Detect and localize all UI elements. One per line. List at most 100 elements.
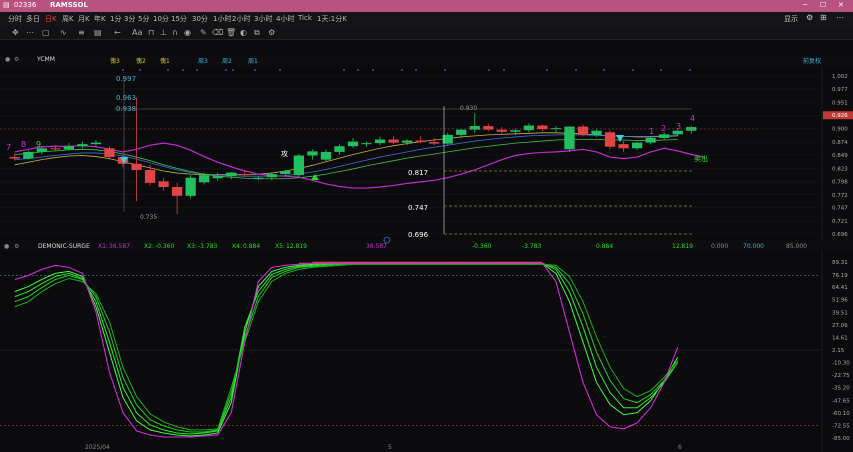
visibility-icon[interactable]: ◐	[240, 28, 247, 37]
candle-body[interactable]	[672, 130, 683, 135]
maximize-icon[interactable]: ☐	[820, 1, 826, 9]
channel-tool-icon[interactable]: ▤	[94, 28, 102, 37]
candle-body[interactable]	[23, 151, 34, 159]
kline-chart[interactable]: 0.997 0.963 0.938 0.930 0.817 0.747 0.69…	[0, 66, 853, 452]
candle-body[interactable]	[374, 139, 386, 144]
candle-body[interactable]	[171, 187, 183, 196]
candle-body[interactable]	[90, 142, 102, 145]
settings-small-icon[interactable]: ⚙	[14, 56, 19, 63]
candle-body[interactable]	[361, 143, 372, 145]
period-tab[interactable]: 1分	[110, 14, 121, 24]
period-tab[interactable]: 多日	[26, 14, 40, 24]
eraser-icon[interactable]: ⌫	[212, 28, 223, 37]
candle-body[interactable]	[104, 148, 115, 158]
candle-body[interactable]	[686, 127, 697, 131]
period-tab[interactable]: 10分	[153, 14, 169, 24]
period-tab[interactable]: 年K	[94, 14, 106, 24]
candle-body[interactable]	[537, 125, 548, 130]
candle-body[interactable]	[659, 134, 670, 138]
magnet-icon[interactable]: ⊓	[148, 28, 154, 37]
candle-body[interactable]	[280, 171, 291, 175]
period-tab[interactable]: 3分	[124, 14, 135, 24]
candle-body[interactable]	[631, 142, 643, 149]
candle-body[interactable]	[199, 175, 210, 183]
candle-body[interactable]	[401, 140, 413, 143]
candle-body[interactable]	[226, 172, 237, 177]
candle-body[interactable]	[510, 130, 521, 132]
candle-body[interactable]	[591, 130, 602, 135]
candle-body[interactable]	[415, 140, 426, 143]
fuquan-button[interactable]: 前复权	[803, 56, 821, 65]
period-tab[interactable]: 3小时	[254, 14, 272, 24]
period-tab[interactable]: 2小时	[232, 14, 250, 24]
minimize-icon[interactable]: ─	[803, 1, 807, 9]
candle-body[interactable]	[320, 151, 332, 160]
period-tab[interactable]: 1小时	[213, 14, 231, 24]
candle-body[interactable]	[564, 126, 575, 150]
wave-tool-icon[interactable]: ∿	[60, 28, 67, 37]
event-dot	[372, 69, 374, 71]
candle-body[interactable]	[185, 177, 196, 196]
candle-body[interactable]	[577, 126, 589, 135]
candle-body[interactable]	[618, 144, 629, 149]
candle-body[interactable]	[496, 129, 507, 132]
period-tab[interactable]: 分时	[8, 14, 22, 24]
candle-body[interactable]	[63, 146, 75, 150]
period-tab[interactable]: 周K	[62, 14, 74, 24]
candle-body[interactable]	[239, 174, 250, 176]
candle-body[interactable]	[456, 129, 467, 135]
candle-body[interactable]	[9, 157, 20, 159]
settings-small-icon[interactable]: ⚙	[14, 243, 19, 250]
arrow-tool-icon[interactable]: ←	[114, 28, 121, 37]
candle-body[interactable]	[131, 163, 142, 170]
layout-icon[interactable]: ⊞	[820, 13, 827, 22]
x1-label: X1:	[98, 243, 108, 250]
more-icon[interactable]: ⋯	[836, 13, 844, 22]
candle-body[interactable]	[347, 141, 359, 147]
lock-icon[interactable]: ∩	[172, 28, 178, 37]
candle-body[interactable]	[388, 139, 399, 143]
indicator-dot-icon[interactable]: ●	[4, 243, 9, 250]
period-tab[interactable]: 15分	[171, 14, 187, 24]
gear-icon[interactable]: ⚙	[806, 13, 813, 22]
candle-body[interactable]	[429, 142, 440, 144]
text-tool-icon[interactable]: Aa	[132, 28, 142, 37]
candle-body[interactable]	[307, 151, 318, 156]
candle-body[interactable]	[334, 146, 345, 152]
candle-body[interactable]	[212, 176, 223, 179]
pencil-icon[interactable]: ✎	[200, 28, 207, 37]
crosshair-icon[interactable]: ✥	[12, 28, 19, 37]
candle-body[interactable]	[77, 144, 88, 147]
indicator-name[interactable]: YCMM	[37, 56, 55, 63]
fib-tool-icon[interactable]: ≡	[78, 28, 85, 37]
candle-body[interactable]	[293, 155, 305, 176]
ruler-icon[interactable]: ⊥	[160, 28, 167, 37]
candle-body[interactable]	[144, 169, 156, 183]
indicator-dot-icon[interactable]: ●	[5, 56, 10, 63]
candle-body[interactable]	[645, 137, 656, 143]
period-tab[interactable]: 4小时	[276, 14, 294, 24]
candle-body[interactable]	[266, 174, 277, 178]
candle-body[interactable]	[469, 126, 480, 130]
symbol-code[interactable]: 02336	[14, 1, 36, 9]
eye-icon[interactable]: ◉	[184, 28, 191, 37]
delete-icon[interactable]: 🗑	[226, 28, 236, 37]
copy-icon[interactable]: ⧉	[254, 28, 260, 38]
period-tab[interactable]: 1天:1分K	[317, 14, 347, 24]
period-tab[interactable]: 30分	[192, 14, 208, 24]
candle-body[interactable]	[158, 181, 169, 188]
close-icon[interactable]: ✕	[838, 1, 844, 9]
sub-indicator-name[interactable]: DEMONIC-SURGE	[38, 243, 90, 250]
candle-body[interactable]	[604, 132, 616, 147]
period-tab[interactable]: 日K	[45, 14, 57, 24]
display-button[interactable]: 显示	[784, 14, 798, 24]
candle-body[interactable]	[253, 177, 264, 179]
period-tab[interactable]: Tick	[298, 14, 312, 22]
rect-tool-icon[interactable]: ▢	[42, 28, 50, 37]
line-tool-icon[interactable]: ⋯	[26, 28, 34, 37]
period-tab[interactable]: 5分	[138, 14, 149, 24]
period-tab[interactable]: 月K	[78, 14, 90, 24]
candle-body[interactable]	[523, 125, 535, 131]
settings-tool-icon[interactable]: ⚙	[268, 28, 275, 37]
candle-body[interactable]	[50, 148, 61, 150]
